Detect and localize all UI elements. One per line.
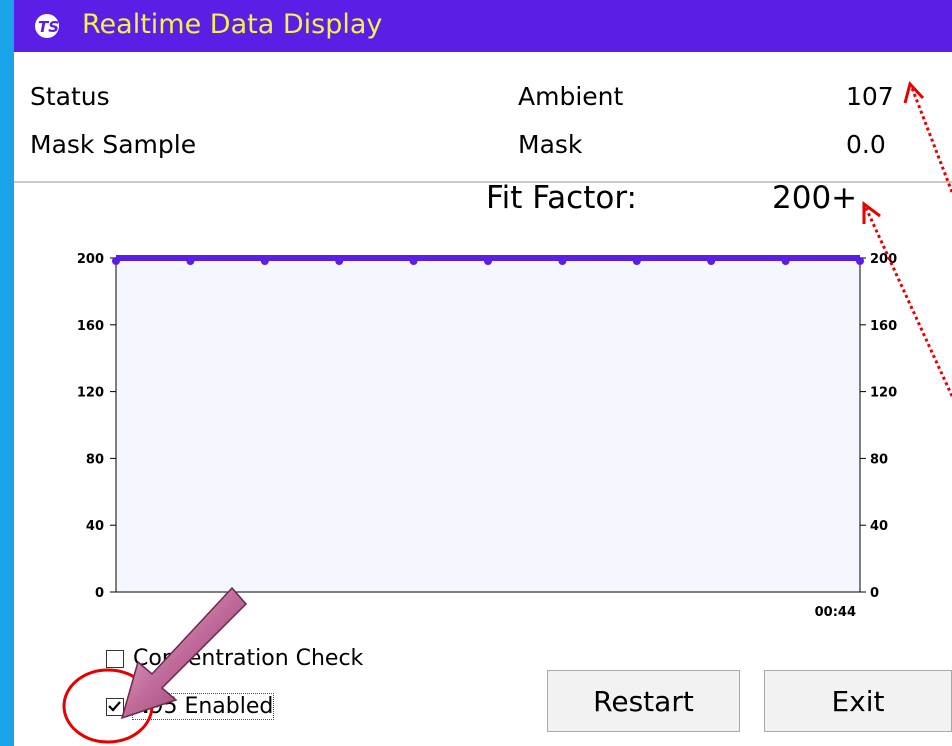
y-tick-label-right: 120 bbox=[870, 386, 897, 401]
mask-label: Mask bbox=[518, 130, 583, 159]
y-tick-label-left: 160 bbox=[77, 319, 104, 334]
plot-area bbox=[115, 257, 861, 593]
ambient-value: 107 bbox=[846, 82, 894, 111]
fit-factor-label: Fit Factor: bbox=[486, 180, 637, 216]
data-point bbox=[632, 257, 641, 265]
mask-sample-label: Mask Sample bbox=[30, 130, 197, 159]
fit-factor-value: 200+ bbox=[772, 180, 858, 216]
y-tick-label-left: 0 bbox=[95, 586, 104, 601]
exit-button[interactable]: Exit bbox=[764, 670, 952, 732]
tsi-logo-icon: TSI bbox=[35, 14, 65, 38]
restart-button[interactable]: Restart bbox=[547, 670, 740, 732]
window-title: Realtime Data Display bbox=[82, 9, 383, 40]
fit-factor-chart: 0 0 40 40 80 80 120 120 160 160 200 200 00:44 bbox=[77, 252, 897, 620]
ambient-label: Ambient bbox=[518, 82, 624, 111]
status-label: Status bbox=[30, 82, 110, 111]
concentration-check-label[interactable]: Concentration Check bbox=[133, 646, 363, 671]
title-bar: TSI Realtime Data Display bbox=[14, 0, 952, 52]
data-point bbox=[409, 257, 418, 265]
n95-enabled-checkbox[interactable] bbox=[106, 698, 124, 716]
y-tick-label-right: 80 bbox=[870, 452, 888, 467]
concentration-check-checkbox[interactable] bbox=[106, 650, 124, 668]
y-tick-label-right: 40 bbox=[870, 519, 888, 534]
y-tick-label-left: 120 bbox=[77, 386, 104, 401]
checkmark-icon bbox=[108, 701, 121, 712]
logo-text: TSI bbox=[38, 18, 65, 36]
data-point bbox=[112, 257, 120, 265]
data-point bbox=[484, 257, 492, 265]
data-point bbox=[558, 257, 567, 265]
data-point bbox=[335, 257, 344, 265]
callout-line-ambient bbox=[903, 80, 952, 193]
x-time-label: 00:44 bbox=[815, 605, 856, 620]
y-tick-label-right: 0 bbox=[870, 586, 879, 601]
y-tick-label-left: 200 bbox=[77, 252, 104, 267]
mask-value: 0.0 bbox=[846, 130, 886, 159]
data-point bbox=[186, 257, 195, 265]
data-point bbox=[781, 257, 790, 265]
data-point bbox=[260, 257, 269, 265]
y-tick-label-left: 80 bbox=[86, 452, 104, 467]
y-tick-label-right: 160 bbox=[870, 319, 897, 334]
y-tick-label-left: 40 bbox=[86, 519, 104, 534]
data-point bbox=[707, 257, 716, 265]
y-tick-label-right: 200 bbox=[870, 252, 897, 267]
data-point bbox=[856, 257, 864, 265]
n95-enabled-label[interactable]: N95 Enabled bbox=[131, 693, 275, 720]
